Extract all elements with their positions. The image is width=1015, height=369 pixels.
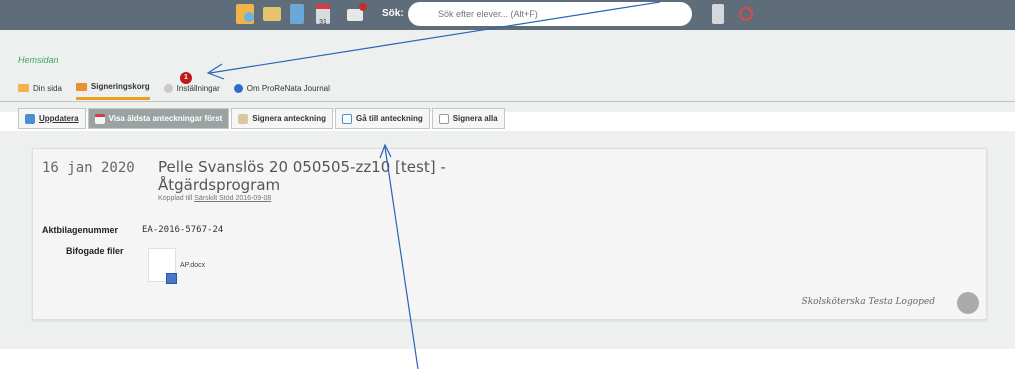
tab-om-proreñata[interactable]: Om ProReNata Journal [233, 76, 330, 100]
calendar-icon[interactable]: 31 [316, 4, 330, 26]
notes-icon[interactable] [236, 4, 254, 24]
book-icon [18, 84, 29, 92]
note-date: 16 jan 2020 [42, 160, 135, 176]
word-file-icon[interactable] [148, 248, 177, 284]
search-label: Sök: [382, 8, 404, 19]
document-icon[interactable] [290, 4, 304, 24]
folder-icon[interactable] [263, 7, 281, 21]
button-label: Gå till anteckning [356, 114, 423, 123]
sign-all-button[interactable]: Signera alla [431, 108, 505, 129]
go-to-note-button[interactable]: Gå till anteckning [335, 108, 430, 129]
tab-label: Din sida [33, 83, 62, 93]
button-label: Uppdatera [39, 114, 79, 123]
mail-icon[interactable] [347, 3, 367, 21]
document-icon [438, 113, 449, 124]
divider [0, 101, 1015, 102]
tab-label: Om ProReNata Journal [246, 83, 330, 93]
files-label: Bifogade filer [66, 246, 124, 256]
button-label: Signera anteckning [252, 114, 327, 123]
breadcrumb[interactable]: Hemsidan [18, 55, 59, 65]
clipboard-icon[interactable] [712, 4, 724, 24]
inbox-icon [75, 82, 87, 91]
refresh-icon [25, 113, 35, 124]
tab-label: Inställningar [176, 83, 220, 93]
calendar-icon [94, 113, 105, 124]
link-prefix: Kopplad till [158, 195, 193, 202]
tab-din-sida[interactable]: Din sida [18, 76, 62, 100]
notification-badge: 1 [180, 72, 192, 84]
document-icon [342, 113, 353, 124]
button-label: Signera alla [452, 114, 498, 123]
show-oldest-first-button[interactable]: Visa äldsta anteckningar först [87, 108, 230, 129]
linked-note: Kopplad till Särskilt Stöd 2016-09-08 [158, 195, 271, 202]
avatar [957, 292, 979, 314]
sign-note-button[interactable]: Signera anteckning [231, 108, 334, 129]
button-label: Visa äldsta anteckningar först [108, 114, 223, 123]
note-title[interactable]: Pelle Svanslös 20 050505-zz10 [test] - Å… [158, 158, 458, 194]
aktbilaga-label: Aktbilagenummer [42, 225, 119, 235]
aktbilaga-value: EA-2016-5767-24 [142, 225, 224, 235]
info-icon [233, 83, 243, 93]
refresh-button[interactable]: Uppdatera [18, 108, 86, 129]
linked-note-link[interactable]: Särskilt Stöd 2016-09-08 [194, 195, 271, 202]
tab-signeringskorg[interactable]: Signeringskorg [75, 76, 150, 100]
signer-name: Skolsköterska Testa Logoped [801, 297, 935, 307]
tab-label: Signeringskorg [90, 82, 150, 91]
toolbar: Uppdatera Visa äldsta anteckningar först… [18, 108, 507, 129]
pen-icon [238, 113, 249, 124]
file-name[interactable]: AP.docx [180, 262, 205, 269]
help-icon[interactable] [739, 7, 753, 21]
top-navigation-bar: 31 Sök: [0, 0, 1015, 30]
search-input[interactable] [408, 2, 692, 26]
gear-icon [163, 83, 173, 93]
